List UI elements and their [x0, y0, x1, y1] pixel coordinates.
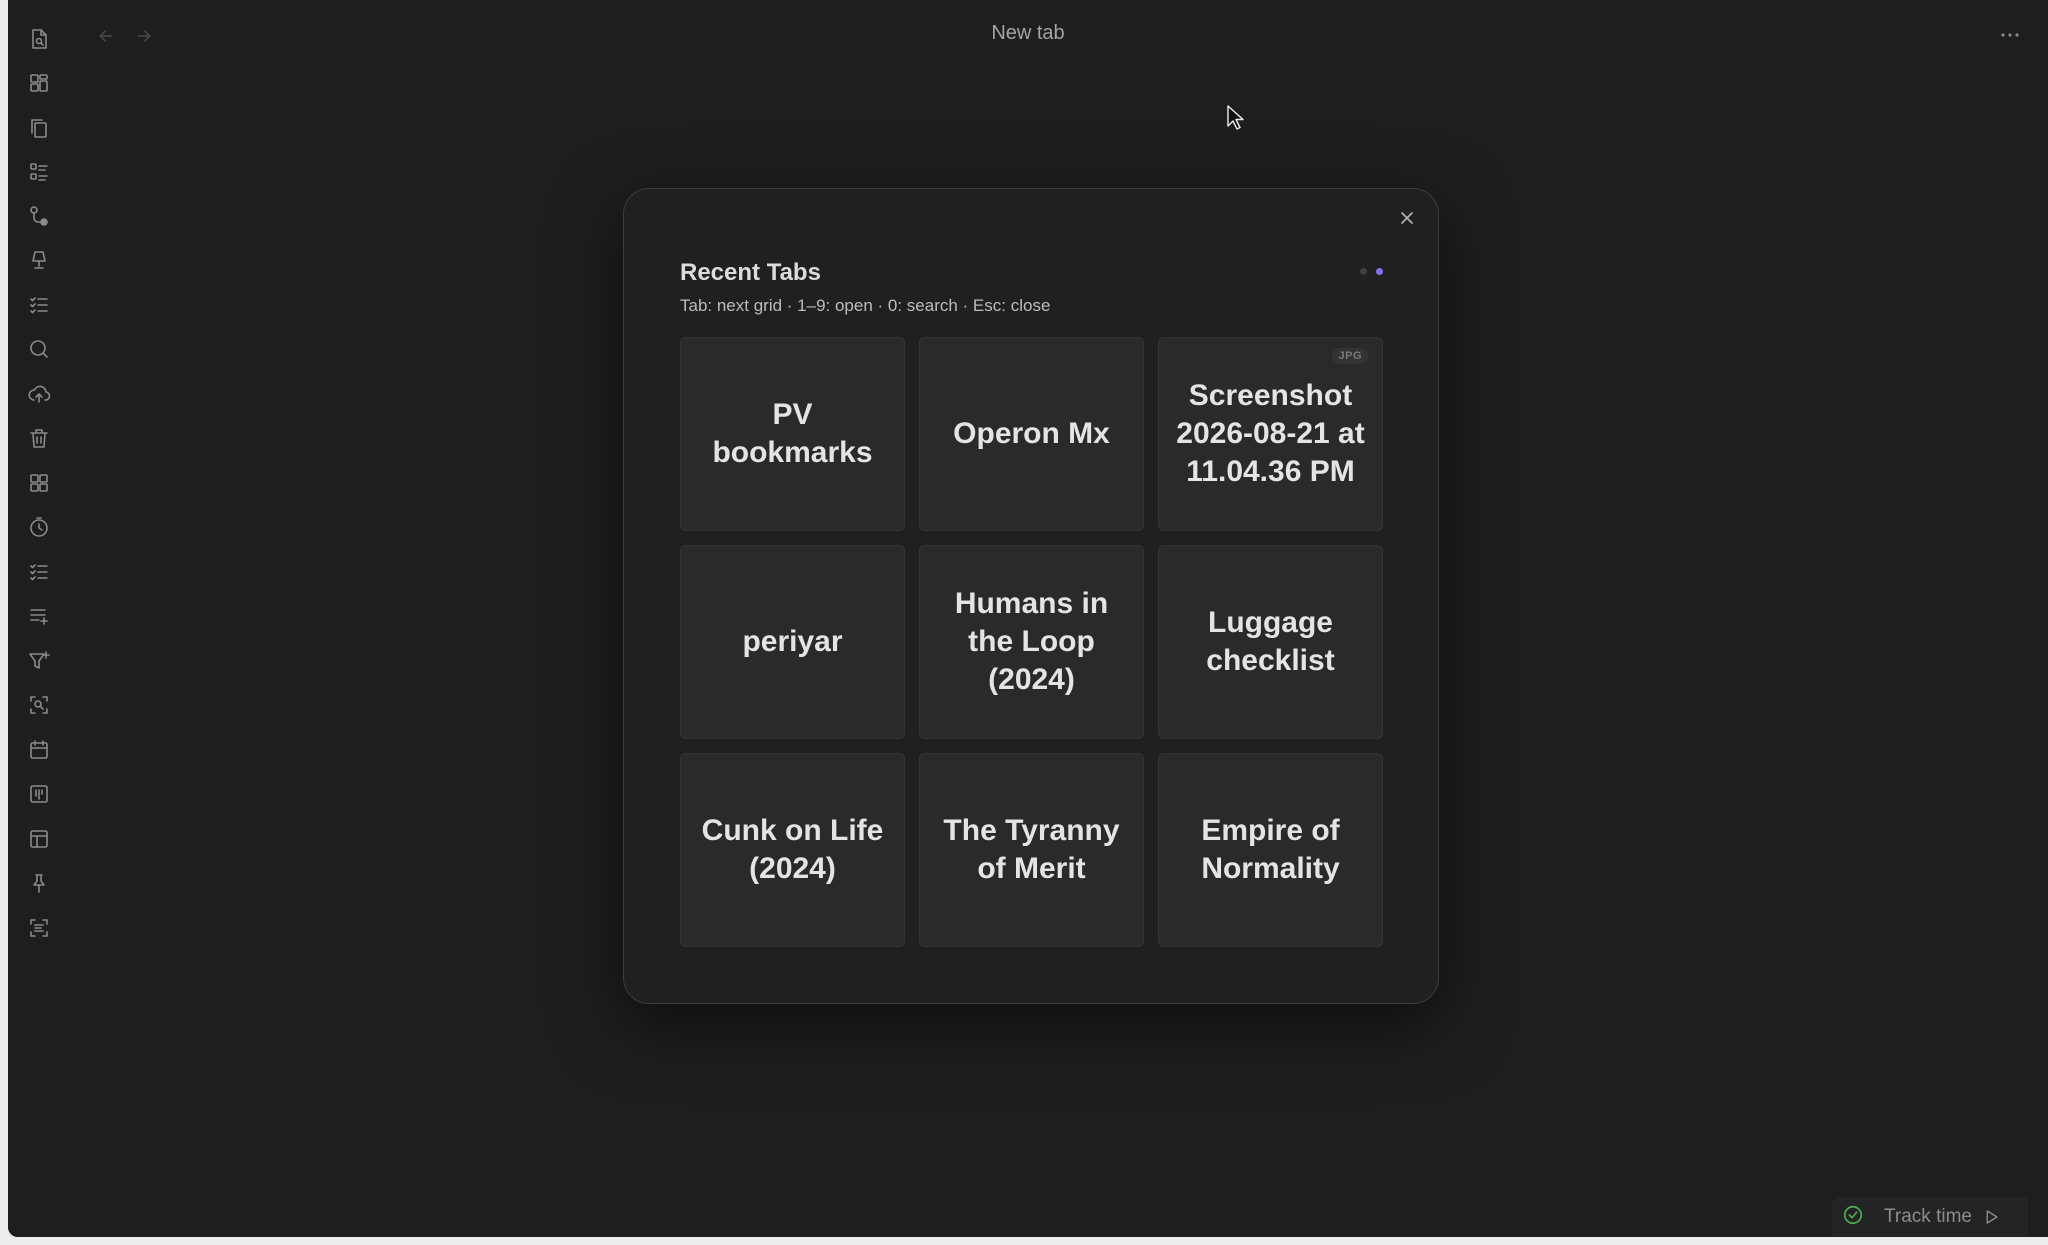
kanban-icon[interactable]: [26, 781, 52, 807]
left-ribbon: [8, 0, 70, 1237]
recent-tab-card[interactable]: JPG Screenshot 2026-08-21 at 11.04.36 PM: [1158, 337, 1383, 531]
card-label: Empire of Normality: [1201, 814, 1340, 885]
recent-tabs-modal: Recent Tabs Tab: next grid · 1–9: open ·…: [623, 188, 1439, 1004]
modal-title: Recent Tabs: [680, 259, 821, 286]
recent-tab-card[interactable]: Cunk on Life (2024): [680, 753, 905, 947]
recent-tab-card[interactable]: Humans in the Loop (2024): [919, 545, 1144, 739]
dashboard-icon[interactable]: [26, 70, 52, 96]
track-time-label: Track time: [1884, 1206, 1972, 1227]
track-time-status[interactable]: Track time: [1832, 1197, 2028, 1237]
card-label: Humans in the Loop (2024): [954, 587, 1109, 696]
card-label: Screenshot 2026-08-21 at 11.04.36 PM: [1176, 379, 1365, 488]
app-window: New tab Recent Tabs Tab: next grid · 1–9…: [8, 0, 2048, 1237]
file-type-badge: JPG: [1332, 348, 1368, 364]
clock-icon[interactable]: [26, 514, 52, 540]
recent-tab-card[interactable]: PV bookmarks: [680, 337, 905, 531]
tab-title: New tab: [991, 22, 1065, 44]
lamp-icon[interactable]: [26, 247, 52, 273]
card-label: Luggage checklist: [1206, 606, 1335, 677]
table-icon[interactable]: [26, 826, 52, 852]
page-indicator: [1360, 268, 1383, 275]
recent-tab-card[interactable]: Operon Mx: [919, 337, 1144, 531]
check-circle-icon: [1842, 1204, 1864, 1231]
card-label: PV bookmarks: [712, 398, 873, 469]
trash-icon[interactable]: [26, 425, 52, 451]
copy-icon[interactable]: [26, 115, 52, 141]
page-dot-2[interactable]: [1376, 268, 1383, 275]
recent-tab-card[interactable]: periyar: [680, 545, 905, 739]
checklist-icon[interactable]: [26, 292, 52, 318]
grid-icon[interactable]: [26, 470, 52, 496]
scan-text-icon[interactable]: [26, 915, 52, 941]
recent-tab-card[interactable]: The Tyranny of Merit: [919, 753, 1144, 947]
card-label: Cunk on Life (2024): [701, 814, 884, 885]
mouse-cursor-icon: [1227, 105, 1245, 136]
keyboard-hint: Tab: next grid · 1–9: open · 0: search ·…: [680, 296, 1051, 315]
card-label: periyar: [742, 625, 843, 658]
calendar-icon[interactable]: [26, 737, 52, 763]
graph-nodes-icon[interactable]: [26, 203, 52, 229]
checklist-icon[interactable]: [26, 559, 52, 585]
scan-search-icon[interactable]: [26, 692, 52, 718]
recent-tab-card[interactable]: Luggage checklist: [1158, 545, 1383, 739]
card-label: Operon Mx: [953, 417, 1110, 450]
pin-icon[interactable]: [26, 870, 52, 896]
recent-tab-card[interactable]: Empire of Normality: [1158, 753, 1383, 947]
page-dot-1[interactable]: [1360, 268, 1367, 275]
close-icon[interactable]: [1392, 203, 1422, 233]
list-add-icon[interactable]: [26, 603, 52, 629]
more-options-button[interactable]: [1992, 20, 2028, 50]
play-icon[interactable]: [1982, 1208, 2000, 1226]
list-icon[interactable]: [26, 159, 52, 185]
search-icon[interactable]: [26, 336, 52, 362]
card-label: The Tyranny of Merit: [943, 814, 1120, 885]
recent-tabs-grid: PV bookmarks Operon Mx JPG Screenshot 20…: [680, 337, 1383, 947]
cloud-upload-icon[interactable]: [26, 381, 52, 407]
filter-add-icon[interactable]: [26, 648, 52, 674]
